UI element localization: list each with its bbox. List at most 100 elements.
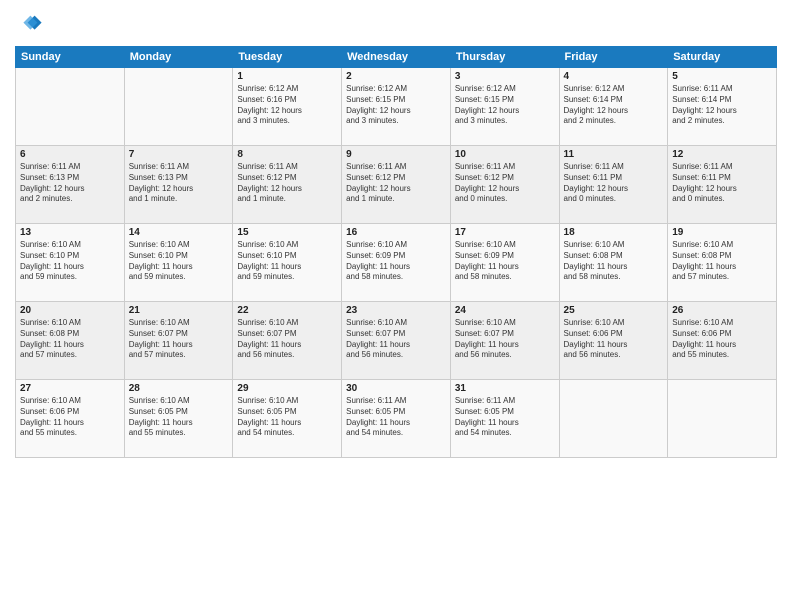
cell-info: Sunrise: 6:10 AM Sunset: 6:10 PM Dayligh… <box>20 240 120 283</box>
calendar-cell: 15 Sunrise: 6:10 AM Sunset: 6:10 PM Dayli… <box>233 224 342 302</box>
day-number: 4 <box>564 71 664 82</box>
calendar-cell: 7 Sunrise: 6:11 AM Sunset: 6:13 PM Daylig… <box>124 146 233 224</box>
calendar-cell: 23 Sunrise: 6:10 AM Sunset: 6:07 PM Dayli… <box>342 302 451 380</box>
weekday-header: Friday <box>559 47 668 68</box>
calendar-week-row: 13Sunrise: 6:10 AM Sunset: 6:10 PM Dayli… <box>16 224 777 302</box>
day-number: 27 <box>20 383 120 394</box>
cell-info: Sunrise: 6:12 AM Sunset: 6:15 PM Dayligh… <box>346 84 446 127</box>
day-number: 1 <box>237 71 337 82</box>
cell-info: Sunrise: 6:11 AM Sunset: 6:14 PM Dayligh… <box>672 84 772 127</box>
cell-info: Sunrise: 6:10 AM Sunset: 6:10 PM Dayligh… <box>237 240 337 283</box>
cell-info: Sunrise: 6:11 AM Sunset: 6:05 PM Dayligh… <box>455 396 555 439</box>
calendar-cell: 27 Sunrise: 6:10 AM Sunset: 6:06 PM Dayli… <box>16 380 125 458</box>
day-number: 11 <box>564 149 664 160</box>
calendar-cell: 16Sunrise: 6:10 AM Sunset: 6:09 PM Dayli… <box>342 224 451 302</box>
cell-info: Sunrise: 6:10 AM Sunset: 6:08 PM Dayligh… <box>672 240 772 283</box>
calendar-cell: 9Sunrise: 6:11 AM Sunset: 6:12 PM Daylig… <box>342 146 451 224</box>
day-number: 5 <box>672 71 772 82</box>
cell-info: Sunrise: 6:11 AM Sunset: 6:12 PM Dayligh… <box>455 162 555 205</box>
calendar-cell: 30 Sunrise: 6:11 AM Sunset: 6:05 PM Dayli… <box>342 380 451 458</box>
cell-info: Sunrise: 6:10 AM Sunset: 6:08 PM Dayligh… <box>20 318 120 361</box>
day-number: 21 <box>129 305 229 316</box>
calendar-cell: 28Sunrise: 6:10 AM Sunset: 6:05 PM Dayli… <box>124 380 233 458</box>
calendar-week-row: 20 Sunrise: 6:10 AM Sunset: 6:08 PM Dayli… <box>16 302 777 380</box>
calendar-cell: 20 Sunrise: 6:10 AM Sunset: 6:08 PM Dayli… <box>16 302 125 380</box>
cell-info: Sunrise: 6:10 AM Sunset: 6:05 PM Dayligh… <box>237 396 337 439</box>
calendar-cell: 1 Sunrise: 6:12 AM Sunset: 6:16 PM Daylig… <box>233 68 342 146</box>
weekday-header: Wednesday <box>342 47 451 68</box>
calendar-cell: 18 Sunrise: 6:10 AM Sunset: 6:08 PM Dayli… <box>559 224 668 302</box>
header <box>15 10 777 38</box>
cell-info: Sunrise: 6:10 AM Sunset: 6:06 PM Dayligh… <box>564 318 664 361</box>
calendar-week-row: 27 Sunrise: 6:10 AM Sunset: 6:06 PM Dayli… <box>16 380 777 458</box>
cell-info: Sunrise: 6:10 AM Sunset: 6:07 PM Dayligh… <box>237 318 337 361</box>
day-number: 15 <box>237 227 337 238</box>
calendar-cell <box>668 380 777 458</box>
cell-info: Sunrise: 6:10 AM Sunset: 6:06 PM Dayligh… <box>672 318 772 361</box>
cell-info: Sunrise: 6:10 AM Sunset: 6:09 PM Dayligh… <box>455 240 555 283</box>
calendar-header: SundayMondayTuesdayWednesdayThursdayFrid… <box>16 47 777 68</box>
day-number: 31 <box>455 383 555 394</box>
calendar-body: 1 Sunrise: 6:12 AM Sunset: 6:16 PM Daylig… <box>16 68 777 458</box>
day-number: 22 <box>237 305 337 316</box>
calendar-cell: 2Sunrise: 6:12 AM Sunset: 6:15 PM Daylig… <box>342 68 451 146</box>
weekday-header: Sunday <box>16 47 125 68</box>
day-number: 3 <box>455 71 555 82</box>
weekday-header: Monday <box>124 47 233 68</box>
cell-info: Sunrise: 6:11 AM Sunset: 6:11 PM Dayligh… <box>564 162 664 205</box>
cell-info: Sunrise: 6:11 AM Sunset: 6:13 PM Dayligh… <box>129 162 229 205</box>
day-number: 12 <box>672 149 772 160</box>
day-number: 18 <box>564 227 664 238</box>
day-number: 17 <box>455 227 555 238</box>
calendar-cell: 19 Sunrise: 6:10 AM Sunset: 6:08 PM Dayli… <box>668 224 777 302</box>
calendar-table: SundayMondayTuesdayWednesdayThursdayFrid… <box>15 46 777 458</box>
cell-info: Sunrise: 6:10 AM Sunset: 6:07 PM Dayligh… <box>129 318 229 361</box>
day-number: 20 <box>20 305 120 316</box>
calendar-cell: 4 Sunrise: 6:12 AM Sunset: 6:14 PM Daylig… <box>559 68 668 146</box>
cell-info: Sunrise: 6:11 AM Sunset: 6:13 PM Dayligh… <box>20 162 120 205</box>
cell-info: Sunrise: 6:11 AM Sunset: 6:12 PM Dayligh… <box>237 162 337 205</box>
day-number: 7 <box>129 149 229 160</box>
calendar-cell: 25Sunrise: 6:10 AM Sunset: 6:06 PM Dayli… <box>559 302 668 380</box>
cell-info: Sunrise: 6:11 AM Sunset: 6:11 PM Dayligh… <box>672 162 772 205</box>
calendar-week-row: 1 Sunrise: 6:12 AM Sunset: 6:16 PM Daylig… <box>16 68 777 146</box>
cell-info: Sunrise: 6:11 AM Sunset: 6:05 PM Dayligh… <box>346 396 446 439</box>
cell-info: Sunrise: 6:10 AM Sunset: 6:07 PM Dayligh… <box>455 318 555 361</box>
cell-info: Sunrise: 6:12 AM Sunset: 6:14 PM Dayligh… <box>564 84 664 127</box>
cell-info: Sunrise: 6:10 AM Sunset: 6:07 PM Dayligh… <box>346 318 446 361</box>
day-number: 23 <box>346 305 446 316</box>
calendar-cell: 14 Sunrise: 6:10 AM Sunset: 6:10 PM Dayli… <box>124 224 233 302</box>
cell-info: Sunrise: 6:12 AM Sunset: 6:16 PM Dayligh… <box>237 84 337 127</box>
weekday-header: Thursday <box>450 47 559 68</box>
calendar-cell: 31 Sunrise: 6:11 AM Sunset: 6:05 PM Dayli… <box>450 380 559 458</box>
logo-icon <box>15 10 43 38</box>
day-number: 19 <box>672 227 772 238</box>
calendar-cell: 8 Sunrise: 6:11 AM Sunset: 6:12 PM Daylig… <box>233 146 342 224</box>
cell-info: Sunrise: 6:10 AM Sunset: 6:08 PM Dayligh… <box>564 240 664 283</box>
day-number: 24 <box>455 305 555 316</box>
day-number: 30 <box>346 383 446 394</box>
calendar-cell: 24 Sunrise: 6:10 AM Sunset: 6:07 PM Dayli… <box>450 302 559 380</box>
calendar-cell: 12 Sunrise: 6:11 AM Sunset: 6:11 PM Dayli… <box>668 146 777 224</box>
day-number: 16 <box>346 227 446 238</box>
calendar-cell <box>16 68 125 146</box>
day-number: 14 <box>129 227 229 238</box>
calendar-cell: 21 Sunrise: 6:10 AM Sunset: 6:07 PM Dayli… <box>124 302 233 380</box>
day-number: 6 <box>20 149 120 160</box>
calendar-cell: 26Sunrise: 6:10 AM Sunset: 6:06 PM Dayli… <box>668 302 777 380</box>
calendar-cell <box>559 380 668 458</box>
calendar-cell: 29 Sunrise: 6:10 AM Sunset: 6:05 PM Dayli… <box>233 380 342 458</box>
logo <box>15 10 47 38</box>
calendar-cell <box>124 68 233 146</box>
calendar-cell: 3Sunrise: 6:12 AM Sunset: 6:15 PM Daylig… <box>450 68 559 146</box>
day-number: 10 <box>455 149 555 160</box>
cell-info: Sunrise: 6:10 AM Sunset: 6:05 PM Dayligh… <box>129 396 229 439</box>
cell-info: Sunrise: 6:10 AM Sunset: 6:10 PM Dayligh… <box>129 240 229 283</box>
weekday-header: Tuesday <box>233 47 342 68</box>
calendar-week-row: 6 Sunrise: 6:11 AM Sunset: 6:13 PM Daylig… <box>16 146 777 224</box>
calendar-cell: 5 Sunrise: 6:11 AM Sunset: 6:14 PM Daylig… <box>668 68 777 146</box>
day-number: 8 <box>237 149 337 160</box>
cell-info: Sunrise: 6:10 AM Sunset: 6:06 PM Dayligh… <box>20 396 120 439</box>
day-number: 29 <box>237 383 337 394</box>
page: SundayMondayTuesdayWednesdayThursdayFrid… <box>0 0 792 612</box>
